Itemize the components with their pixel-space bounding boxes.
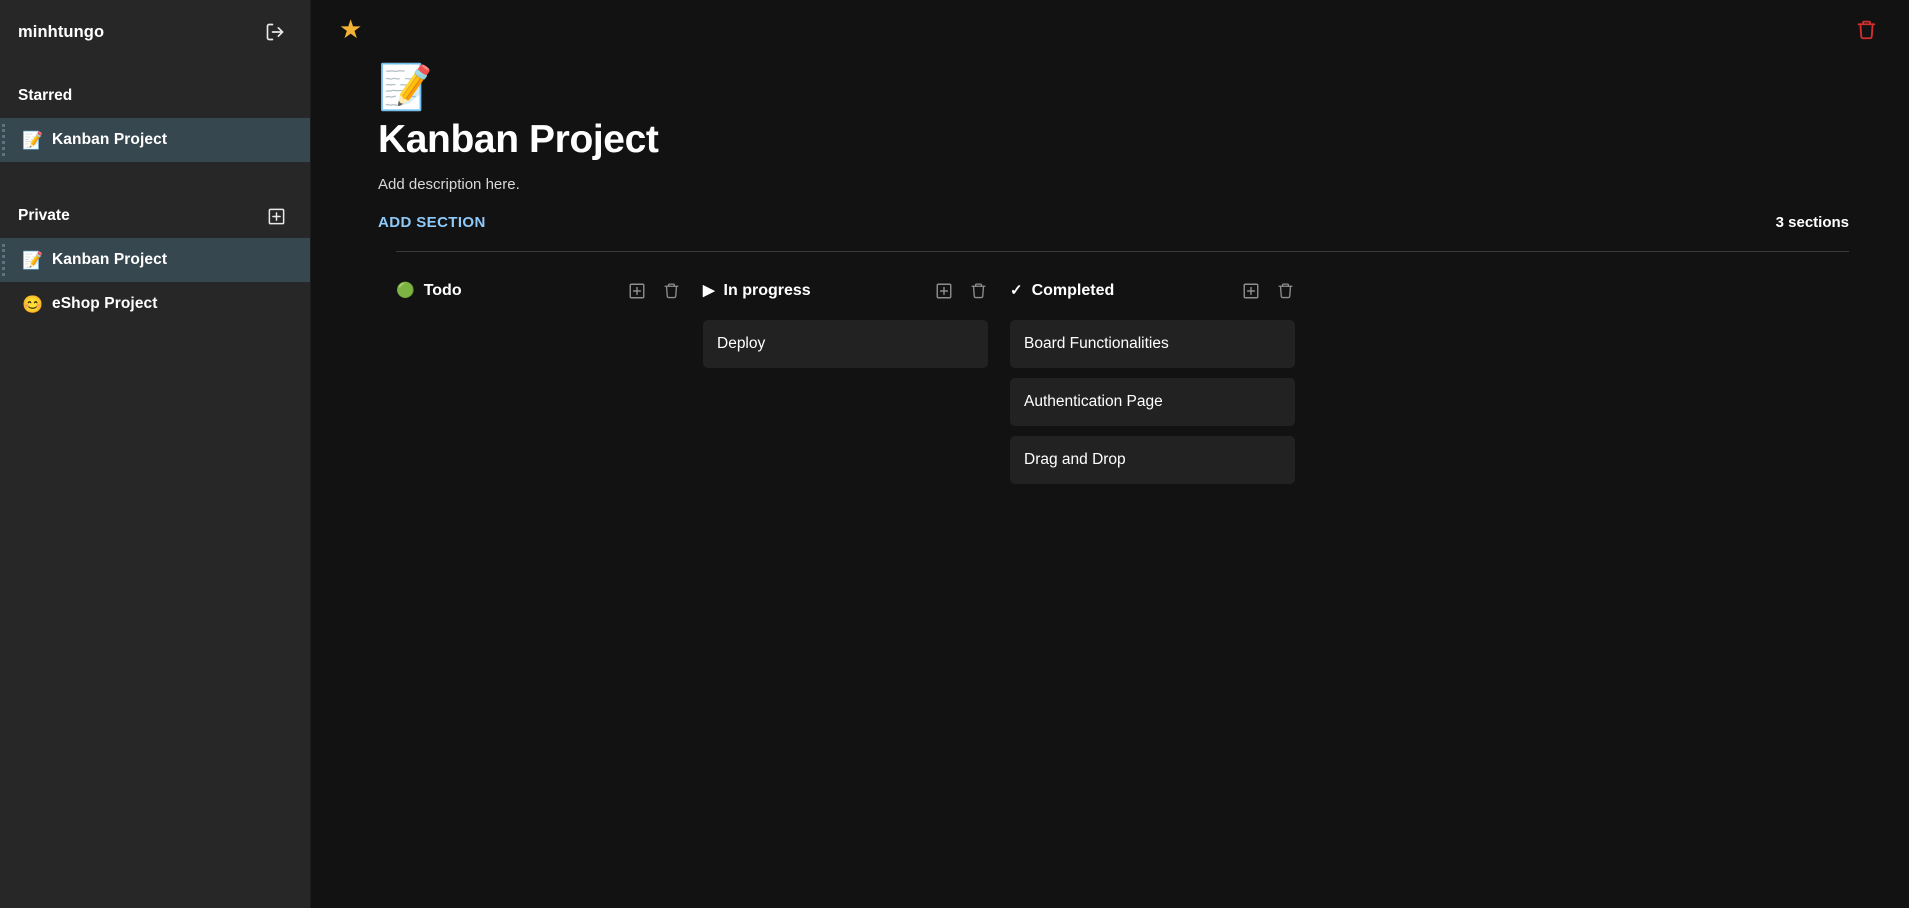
sidebar-group-label: Starred [18,87,73,104]
app-root: minhtungo Starred 📝 Kanban Project Priva… [0,0,1909,908]
kanban-column-todo: 🟢 Todo [396,274,681,494]
board-description[interactable]: Add description here. [378,176,1849,193]
green-circle-icon: 🟢 [396,282,415,300]
board-body: 📝 Kanban Project Add description here. A… [311,66,1909,494]
sidebar-user-row: minhtungo [0,0,310,64]
column-title-label: In progress [723,281,811,299]
check-mark-icon: ✓ [1010,282,1023,300]
board-topbar: ★ [311,0,1909,58]
add-section-button[interactable]: ADD SECTION [378,210,492,235]
column-title[interactable]: 🟢 Todo [396,282,462,300]
kanban-columns: 🟢 Todo ▶ In progress Deploy ✓ Completed … [396,274,1849,494]
delete-board-icon[interactable] [1851,14,1881,44]
task-card[interactable]: Drag and Drop [1010,435,1295,484]
task-card-title: Authentication Page [1024,392,1163,410]
add-task-icon[interactable] [934,281,954,301]
sidebar-item-private-kanban-project[interactable]: 📝 Kanban Project [0,238,310,282]
sidebar-username: minhtungo [18,22,105,41]
memo-icon[interactable]: 📝 [378,66,1849,110]
task-card[interactable]: Authentication Page [1010,377,1295,426]
sidebar-item-label: eShop Project [52,295,158,312]
smiling-face-icon: 😊 [22,294,44,314]
kanban-column-in-progress: ▶ In progress Deploy [703,274,988,494]
kanban-column-completed: ✓ Completed Board Functionalities Authen… [1010,274,1295,494]
column-actions [627,281,681,301]
task-card[interactable]: Deploy [703,319,988,368]
logout-icon[interactable] [262,19,288,45]
task-card[interactable]: Board Functionalities [1010,319,1295,368]
memo-icon: 📝 [22,130,44,150]
section-toolbar: ADD SECTION 3 sections [378,210,1849,235]
sidebar-item-label: Kanban Project [52,251,168,268]
sidebar-item-starred-kanban-project[interactable]: 📝 Kanban Project [0,118,310,162]
page-title[interactable]: Kanban Project [378,118,1849,163]
sidebar-item-private-eshop-project[interactable]: 😊 eShop Project [0,282,310,326]
column-header: 🟢 Todo [396,274,681,308]
column-header: ▶ In progress [703,274,988,308]
sidebar-group-header-starred: Starred [0,74,310,118]
sidebar-group-label: Private [18,207,70,224]
sidebar: minhtungo Starred 📝 Kanban Project Priva… [0,0,311,908]
column-header: ✓ Completed [1010,274,1295,308]
add-box-icon[interactable] [264,204,288,228]
column-task-list[interactable] [396,320,681,360]
play-triangle-icon: ▶ [703,282,715,300]
main-content: ★ 📝 Kanban Project Add description here.… [311,0,1909,908]
column-title[interactable]: ✓ Completed [1010,282,1114,300]
sidebar-group-header-private: Private [0,194,310,238]
sidebar-item-label: Kanban Project [52,131,168,148]
column-title-label: Completed [1031,281,1115,299]
column-actions [1241,281,1295,301]
star-favorite-icon[interactable]: ★ [339,16,362,42]
add-task-icon[interactable] [1241,281,1261,301]
add-task-icon[interactable] [627,281,647,301]
task-card-title: Drag and Drop [1024,450,1126,468]
delete-section-icon[interactable] [968,281,988,301]
column-title-label: Todo [423,281,462,299]
delete-section-icon[interactable] [661,281,681,301]
delete-section-icon[interactable] [1275,281,1295,301]
sections-count-label: 3 sections [1775,213,1849,231]
column-task-list[interactable]: Deploy [703,319,988,368]
toolbar-divider [396,250,1849,252]
column-title[interactable]: ▶ In progress [703,282,811,300]
task-card-title: Deploy [717,334,766,352]
column-actions [934,281,988,301]
column-task-list[interactable]: Board Functionalities Authentication Pag… [1010,319,1295,484]
memo-icon: 📝 [22,250,44,270]
task-card-title: Board Functionalities [1024,334,1169,352]
